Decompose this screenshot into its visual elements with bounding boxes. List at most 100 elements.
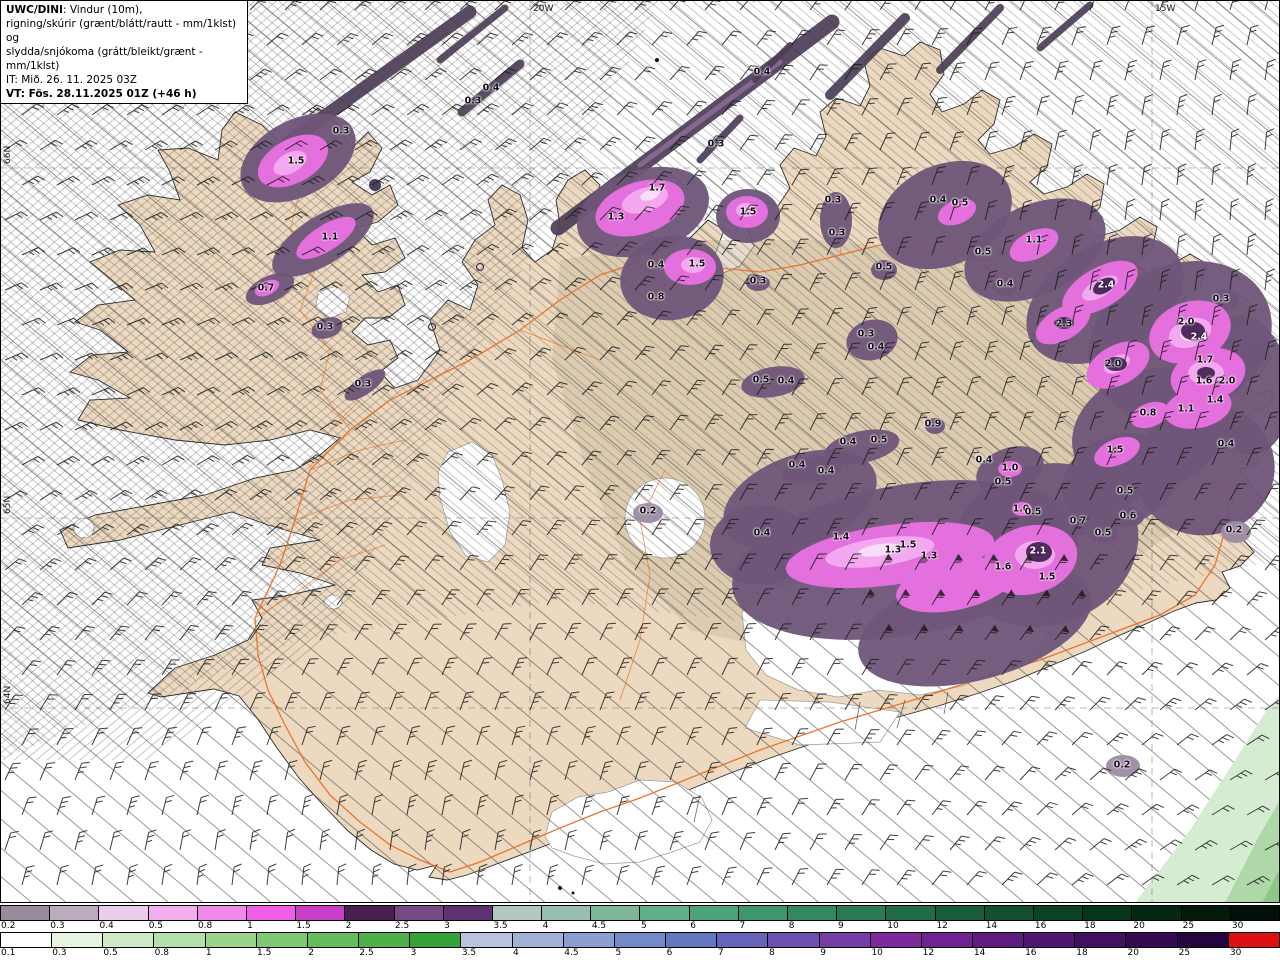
legend-segment bbox=[1177, 933, 1229, 947]
color-scales: 0.2 0.3 0.4 0.5 0.8 1 1.5 2 2.5 3 3.5 4 4.5 5 6 7 8 9 10 12… bbox=[0, 904, 1280, 960]
legend-value: 30 bbox=[1229, 948, 1242, 958]
precip-value-label: 2.3 bbox=[1055, 318, 1073, 330]
precip-value-label: 1.4 bbox=[1206, 394, 1224, 406]
precip-value-label: 0.3 bbox=[1212, 293, 1230, 305]
legend-value: 8 bbox=[769, 948, 775, 958]
snow-color-scale: 0.2 0.3 0.4 0.5 0.8 1 1.5 2 2.5 3 3.5 4 4.5 5 6 7 8 9 10 12… bbox=[0, 905, 1280, 932]
legend-segment bbox=[461, 933, 513, 947]
legend-segment bbox=[870, 933, 922, 947]
graticule-label: 15W bbox=[1155, 4, 1175, 14]
precip-value-label: 0.5 bbox=[1024, 506, 1042, 518]
precip-value-label: 0.2 bbox=[1113, 759, 1131, 771]
valid-time: VT: Fös. 28.11.2025 01Z (+46 h) bbox=[6, 88, 197, 100]
rain-scale-values: 0.1 0.3 0.5 0.8 1 1.5 2 2.5 3 3.5 4 4.5 5 6 7 8 9 10 12 14 1… bbox=[0, 948, 1280, 959]
precip-value-label: 1.1 bbox=[1025, 234, 1043, 246]
legend-segment bbox=[1, 933, 53, 947]
precip-value-label: 0.3 bbox=[316, 321, 334, 333]
legend-value: 4 bbox=[513, 948, 519, 958]
legend-value: 3.5 bbox=[493, 921, 508, 931]
precip-value-label: 1.3 bbox=[920, 550, 938, 562]
legend-value: 0.2 bbox=[1, 921, 16, 931]
legend-segment bbox=[1083, 906, 1133, 920]
legend-value: 0.1 bbox=[1, 948, 16, 958]
precip-value-label: 0.5 bbox=[752, 374, 770, 386]
legend-value: 6 bbox=[666, 948, 673, 958]
legend-segment bbox=[296, 906, 346, 920]
precip-value-label: 0.5 bbox=[974, 246, 992, 258]
legend-segment bbox=[819, 933, 871, 947]
precip-value-label: 0.4 bbox=[482, 82, 500, 94]
precip-value-label: 0.5 bbox=[1094, 527, 1112, 539]
rain-scale-bar bbox=[0, 932, 1280, 948]
precip-value-label: 2.0 bbox=[1177, 316, 1195, 328]
precip-value-label: 1.5 bbox=[1106, 444, 1124, 456]
legend-value: 18 bbox=[1076, 948, 1088, 958]
legend-segment bbox=[246, 906, 297, 920]
init-time: IT: Mið. 26. 11. 2025 03Z bbox=[6, 74, 137, 86]
legend-value: 10 bbox=[871, 948, 883, 958]
precip-value-label: 0.7 bbox=[257, 282, 275, 294]
precip-value-label: 0.2 bbox=[1225, 524, 1243, 536]
precip-value-label: 1.6 bbox=[1195, 375, 1213, 387]
legend-segment bbox=[788, 906, 838, 920]
precip-value-label: 0.4 bbox=[777, 375, 795, 387]
precip-value-label: 2.1 bbox=[1029, 545, 1047, 557]
precip-value-label: 0.4 bbox=[839, 436, 857, 448]
legend-segment bbox=[52, 933, 104, 947]
forecast-info-box: UWC/DINI: Vindur (10m), rigning/skúrir (… bbox=[0, 0, 248, 104]
precip-value-label: 1.7 bbox=[1196, 354, 1214, 366]
precip-value-label: 0.4 bbox=[753, 66, 771, 78]
precip-value-label: 0.5 bbox=[951, 197, 969, 209]
precip-value-label: 1.4 bbox=[832, 531, 850, 543]
precip-value-label: 1.5 bbox=[899, 539, 917, 551]
rain-color-scale: 0.1 0.3 0.5 0.8 1 1.5 2 2.5 3 3.5 4 4.5 5 6 7 8 9 10 12 14 1… bbox=[0, 932, 1280, 959]
legend-segment bbox=[154, 933, 206, 947]
legend-value: 0.3 bbox=[50, 921, 65, 931]
legend-segment bbox=[1132, 906, 1182, 920]
legend-value: 1 bbox=[247, 921, 253, 931]
legend-segment bbox=[410, 933, 462, 947]
grimsey-island bbox=[655, 58, 659, 62]
legend-value: 16 bbox=[1025, 948, 1037, 958]
precip-value-label: 1.5 bbox=[1038, 571, 1056, 583]
legend-value: 20 bbox=[1127, 948, 1139, 958]
legend-segment bbox=[205, 933, 257, 947]
legend-value: 0.4 bbox=[99, 921, 114, 931]
precip-value-label: 0.4 bbox=[1217, 438, 1235, 450]
legend-value: 6 bbox=[690, 921, 697, 931]
legend-segment bbox=[359, 933, 411, 947]
precip-value-label: 0.9 bbox=[924, 418, 942, 430]
precip-value-label: 1.0 bbox=[1001, 462, 1019, 474]
precip-value-label: 0.5 bbox=[870, 434, 888, 446]
legend-segment bbox=[307, 933, 360, 947]
legend-segment bbox=[563, 933, 615, 947]
rain-legend-description: rigning/skúrir (grænt/blátt/rautt - mm/1… bbox=[6, 18, 237, 44]
legend-value: 2.5 bbox=[359, 948, 374, 958]
precip-value-label: 0.6 bbox=[1119, 510, 1137, 522]
weather-map-page: 20W 15W 66N 65N 64N 0.3 1.5 1.1 0.7 0.3 … bbox=[0, 0, 1280, 960]
legend-value: 30 bbox=[1231, 921, 1244, 931]
precip-value-label: 0.4 bbox=[753, 527, 771, 539]
map-canvas: 20W 15W66N65N64N bbox=[0, 0, 1280, 902]
legend-segment bbox=[666, 933, 718, 947]
precip-value-label: 0.4 bbox=[996, 278, 1014, 290]
legend-segment bbox=[717, 933, 769, 947]
legend-value: 12 bbox=[922, 948, 935, 958]
legend-segment bbox=[689, 906, 739, 920]
legend-value: 18 bbox=[1084, 921, 1096, 931]
legend-segment bbox=[50, 906, 100, 920]
legend-segment bbox=[972, 933, 1025, 947]
legend-value: 7 bbox=[739, 921, 746, 931]
vestmannaeyjar-island bbox=[571, 891, 575, 895]
legend-segment bbox=[935, 906, 985, 920]
precip-value-label: 0.3 bbox=[707, 138, 725, 150]
precip-value-label: 2.4 bbox=[1097, 279, 1115, 291]
precip-value-label: 0.4 bbox=[788, 459, 806, 471]
legend-value: 10 bbox=[887, 921, 899, 931]
legend-segment bbox=[443, 906, 493, 920]
legend-segment bbox=[103, 933, 155, 947]
precip-value-label: 0.5 bbox=[875, 261, 893, 273]
precip-value-label: 0.4 bbox=[817, 465, 835, 477]
legend-segment bbox=[1230, 906, 1279, 920]
legend-value: 20 bbox=[1133, 921, 1145, 931]
